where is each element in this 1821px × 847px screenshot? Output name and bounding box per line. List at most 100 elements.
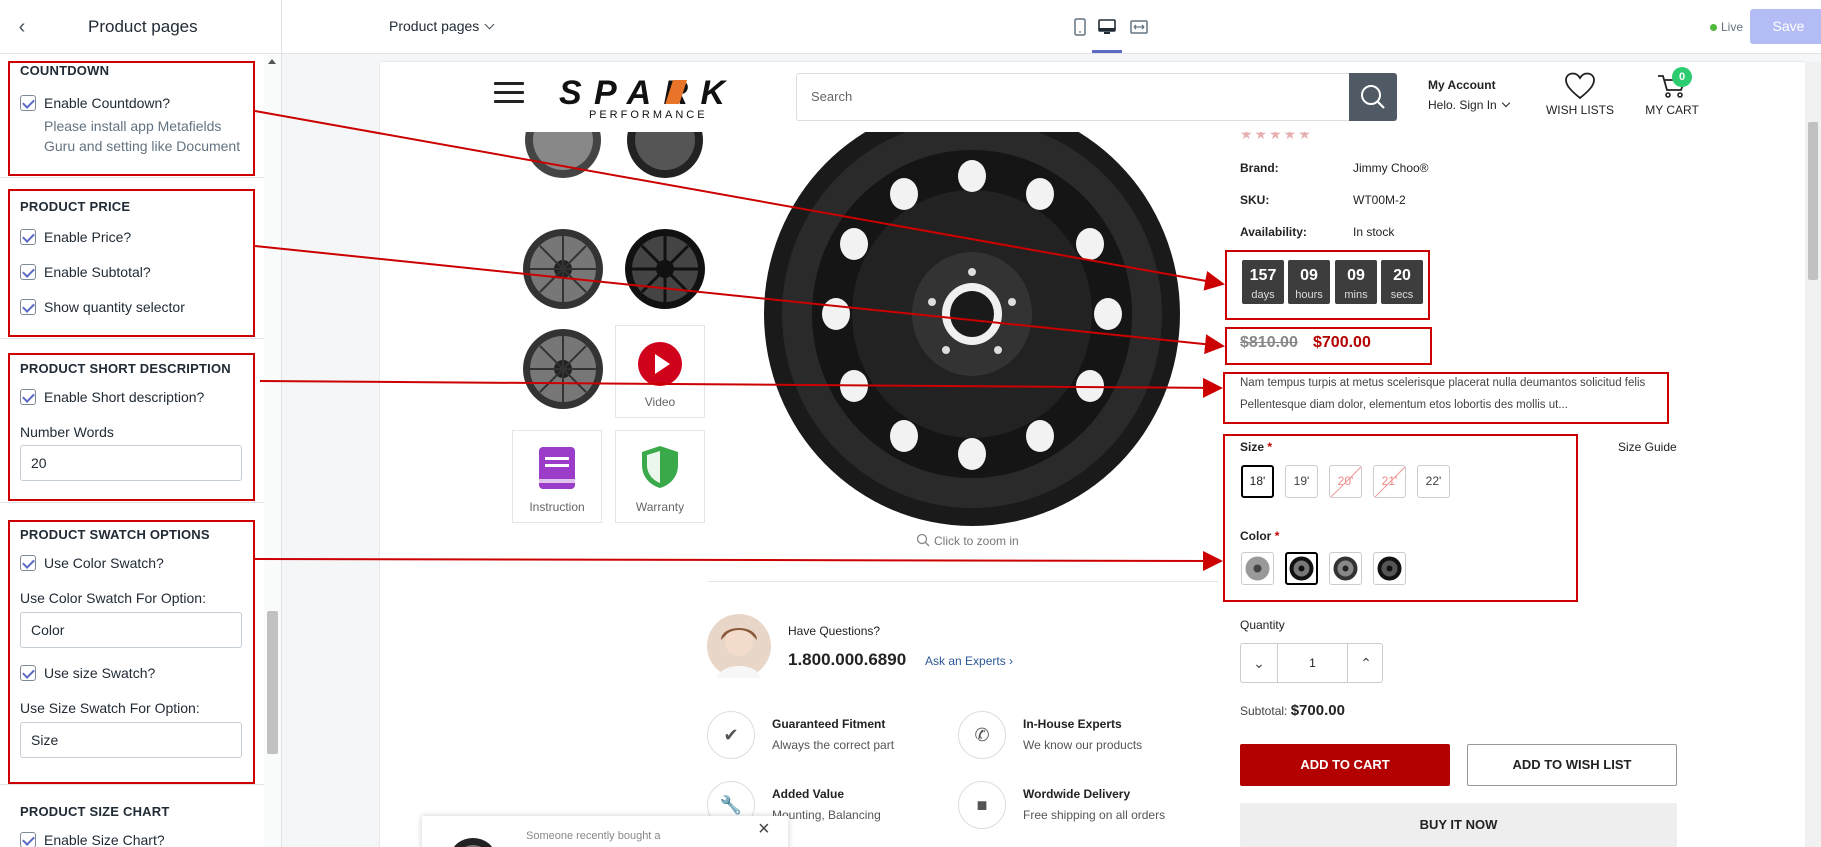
decrease-quantity-icon[interactable]: ⌄ [1241,644,1277,682]
size-guide-link[interactable]: Size Guide [1618,440,1677,454]
live-label: Live [1721,20,1744,34]
instruction-thumbnail[interactable]: Instruction [512,430,602,523]
mobile-view-icon[interactable] [1071,18,1089,36]
divider [0,784,264,785]
brand-key: Brand: [1240,161,1279,175]
page-selector-label: Product pages [389,18,480,34]
page-selector[interactable]: Product pages [389,18,495,34]
availability-row: Availability: In stock [1240,225,1394,239]
warranty-label: Warranty [635,500,685,514]
cart-count-badge: 0 [1672,67,1692,87]
quantity-input[interactable]: 1 [1277,644,1348,682]
ask-experts-label: Ask an Experts [925,654,1006,668]
thumbnail-wheel-1[interactable] [518,132,608,222]
have-questions-label: Have Questions? [788,624,881,638]
sku-key: SKU: [1240,193,1270,207]
subtotal-value: $700.00 [1290,702,1345,719]
enable-size-chart-checkbox[interactable]: Enable Size Chart? [20,832,165,847]
wishlist-label: WISH LISTS [1545,103,1614,117]
phone-icon: ✆ [958,711,1006,759]
chevron-down-icon [484,19,495,30]
cart-label: MY CART [1645,103,1699,117]
annotation-box-countdown-preview [1225,250,1430,320]
logo-bottom-text: PERFORMANCE [589,109,708,120]
divider [0,338,264,339]
product-main-image[interactable] [750,124,1190,564]
increase-quantity-icon[interactable]: ⌃ [1348,644,1384,682]
annotation-box-swatch [8,520,255,784]
account-menu[interactable]: My Account Helo. Sign In [1428,78,1511,112]
recent-purchase-popup[interactable]: Someone recently bought a × [422,816,788,847]
scrollbar-thumb[interactable] [267,611,278,754]
popup-text: Someone recently bought a [526,830,661,842]
brand-value[interactable]: Jimmy Choo® [1353,161,1429,175]
add-to-cart-button[interactable]: ADD TO CART [1240,744,1450,786]
feature-subtitle: Always the correct part [772,738,895,752]
video-thumbnail[interactable]: Video [615,325,705,418]
live-status: Live [1710,20,1743,34]
store-header: SPARK PERFORMANCE Search My Account Helo.… [380,62,1805,132]
search-input[interactable]: Search [796,73,1353,121]
spark-performance-logo[interactable]: SPARK PERFORMANCE [555,74,730,120]
feature-in-house-experts: ✆ In-House Experts We know our products [958,711,1198,761]
play-icon [638,342,682,386]
search-button[interactable] [1349,73,1397,121]
warranty-thumbnail[interactable]: Warranty [615,430,705,523]
sidebar-scrollbar[interactable] [264,55,281,847]
thumbnail-wheel-2[interactable] [620,132,710,222]
save-button[interactable]: Save [1750,9,1821,44]
checkbox-checked-icon[interactable] [20,832,36,847]
quantity-label: Quantity [1240,618,1285,632]
back-icon[interactable]: ‹ [12,16,32,39]
account-signin: Helo. Sign In [1428,98,1497,112]
settings-sidebar: ‹ Product pages COUNTDOWN Enable Countdo… [0,0,282,847]
annotation-box-description-preview [1223,372,1669,424]
size-chart-section: PRODUCT SIZE CHART Enable Size Chart? [20,804,256,847]
chevron-right-icon: › [1009,654,1014,668]
scrollbar-thumb[interactable] [1808,122,1818,280]
thumbnail-wheel-3[interactable] [518,224,608,314]
sku-value: WT00M-2 [1353,193,1406,207]
annotation-box-short-description [8,353,255,501]
add-to-wishlist-button[interactable]: ADD TO WISH LIST [1467,744,1677,786]
checkmark-icon: ✔ [707,711,755,759]
quantity-stepper[interactable]: ⌄ 1 ⌃ [1240,643,1383,683]
preview-scrollbar[interactable] [1805,62,1821,847]
annotation-box-countdown [8,61,255,176]
active-view-indicator [1092,50,1122,53]
support-phone[interactable]: 1.800.000.6890 [788,650,906,670]
thumbnail-wheel-5[interactable] [518,324,608,414]
magnifier-icon [916,533,930,547]
search-icon [1361,85,1385,109]
ask-experts-link[interactable]: Ask an Experts › [925,654,1013,668]
close-icon[interactable]: × [758,818,770,841]
divider [0,177,264,178]
checkbox-label: Enable Size Chart? [44,832,165,847]
editor-topbar: Product pages Live Save [282,0,1821,54]
fullscreen-view-icon[interactable] [1130,18,1148,36]
instruction-label: Instruction [529,500,585,514]
heart-icon [1565,72,1595,100]
zoom-hint[interactable]: Click to zoom in [916,533,1019,548]
thumbnail-wheel-4[interactable] [620,224,710,314]
annotation-box-price-preview [1225,327,1432,365]
account-title: My Account [1428,78,1496,92]
buy-now-button[interactable]: BUY IT NOW [1240,803,1677,847]
availability-value: In stock [1353,225,1395,239]
feature-title: Added Value [772,787,845,801]
menu-icon[interactable] [494,82,524,106]
feature-subtitle: We know our products [1023,738,1143,752]
subtotal-label: Subtotal: [1240,704,1288,718]
chevron-down-icon [1501,98,1511,108]
shield-icon [642,446,678,488]
desktop-view-icon[interactable] [1098,18,1116,36]
video-label: Video [644,395,676,409]
feature-worldwide-delivery: ■ Wordwide Delivery Free shipping on all o… [958,781,1198,831]
zoom-hint-label: Click to zoom in [934,534,1019,548]
sidebar-header: ‹ Product pages [0,0,281,54]
book-icon [539,447,575,489]
feature-subtitle: Mounting, Balancing [772,808,881,822]
sidebar-title: Product pages [88,17,198,36]
wishlist-link[interactable]: WISH LISTS [1540,72,1620,117]
scroll-up-icon[interactable] [268,59,276,64]
